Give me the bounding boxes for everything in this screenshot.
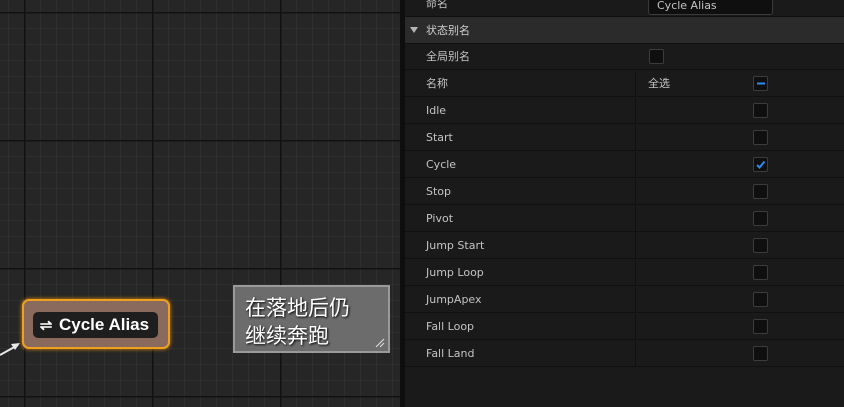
state-label: Idle [426,104,447,117]
state-label: Cycle [426,158,457,171]
state-alias-node[interactable]: ⇌ Cycle Alias [22,299,170,349]
state-row: Fall Land [405,341,844,367]
state-checkbox[interactable] [753,211,768,226]
resize-grip-icon[interactable] [375,338,385,348]
transition-arrow[interactable] [0,337,24,357]
state-checkbox[interactable] [753,184,768,199]
section-title: 状态别名 [426,24,470,37]
state-row: Cycle [405,152,844,178]
details-panel: 命名 Cycle Alias 状态别名 全局别名 名称 全选 Idle Start… [405,0,844,407]
global-alias-row: 全局别名 [405,44,844,70]
state-label: Jump Start [426,239,485,252]
state-checkbox[interactable] [753,292,768,307]
name-field[interactable]: Cycle Alias [648,0,773,15]
state-checkbox[interactable] [753,265,768,280]
state-label: Fall Loop [426,320,475,333]
state-label: Stop [426,185,452,198]
name-header-row: 名称 全选 [405,71,844,97]
state-label: Start [426,131,453,144]
checkmark-icon [756,160,766,169]
state-alias-node-header[interactable]: ⇌ Cycle Alias [33,312,158,338]
name-label: 命名 [426,0,448,10]
collapse-arrow-icon[interactable] [410,27,418,33]
state-row: Fall Loop [405,314,844,340]
global-alias-label: 全局别名 [426,50,470,63]
node-title: Cycle Alias [59,315,150,334]
state-row: Start [405,125,844,151]
alias-swap-icon: ⇌ [39,317,53,334]
state-checkbox[interactable] [753,130,768,145]
global-alias-checkbox[interactable] [649,49,664,64]
state-checkbox[interactable] [753,346,768,361]
state-checkbox[interactable] [753,319,768,334]
select-all-checkbox[interactable] [753,76,768,91]
state-label: Fall Land [426,347,475,360]
state-label: JumpApex [426,293,482,306]
state-checkbox[interactable] [753,157,768,172]
state-row: Pivot [405,206,844,232]
comment-box[interactable]: 在落地后仍 继续奔跑 [233,285,390,353]
state-row: Jump Start [405,233,844,259]
state-label: Jump Loop [426,266,484,279]
state-row: Stop [405,179,844,205]
state-checkbox[interactable] [753,103,768,118]
state-label: Pivot [426,212,454,225]
name-row: 命名 Cycle Alias [405,0,844,17]
comment-text: 在落地后仍 继续奔跑 [245,296,350,348]
name-header-label: 名称 [426,77,448,90]
name-value: Cycle Alias [657,0,717,12]
select-all-label: 全选 [648,77,670,90]
state-row: Idle [405,98,844,124]
state-checkbox[interactable] [753,238,768,253]
state-row: JumpApex [405,287,844,313]
state-row: Jump Loop [405,260,844,286]
section-state-alias[interactable]: 状态别名 [405,17,844,44]
graph-canvas[interactable]: ⇌ Cycle Alias 在落地后仍 继续奔跑 [0,0,400,407]
